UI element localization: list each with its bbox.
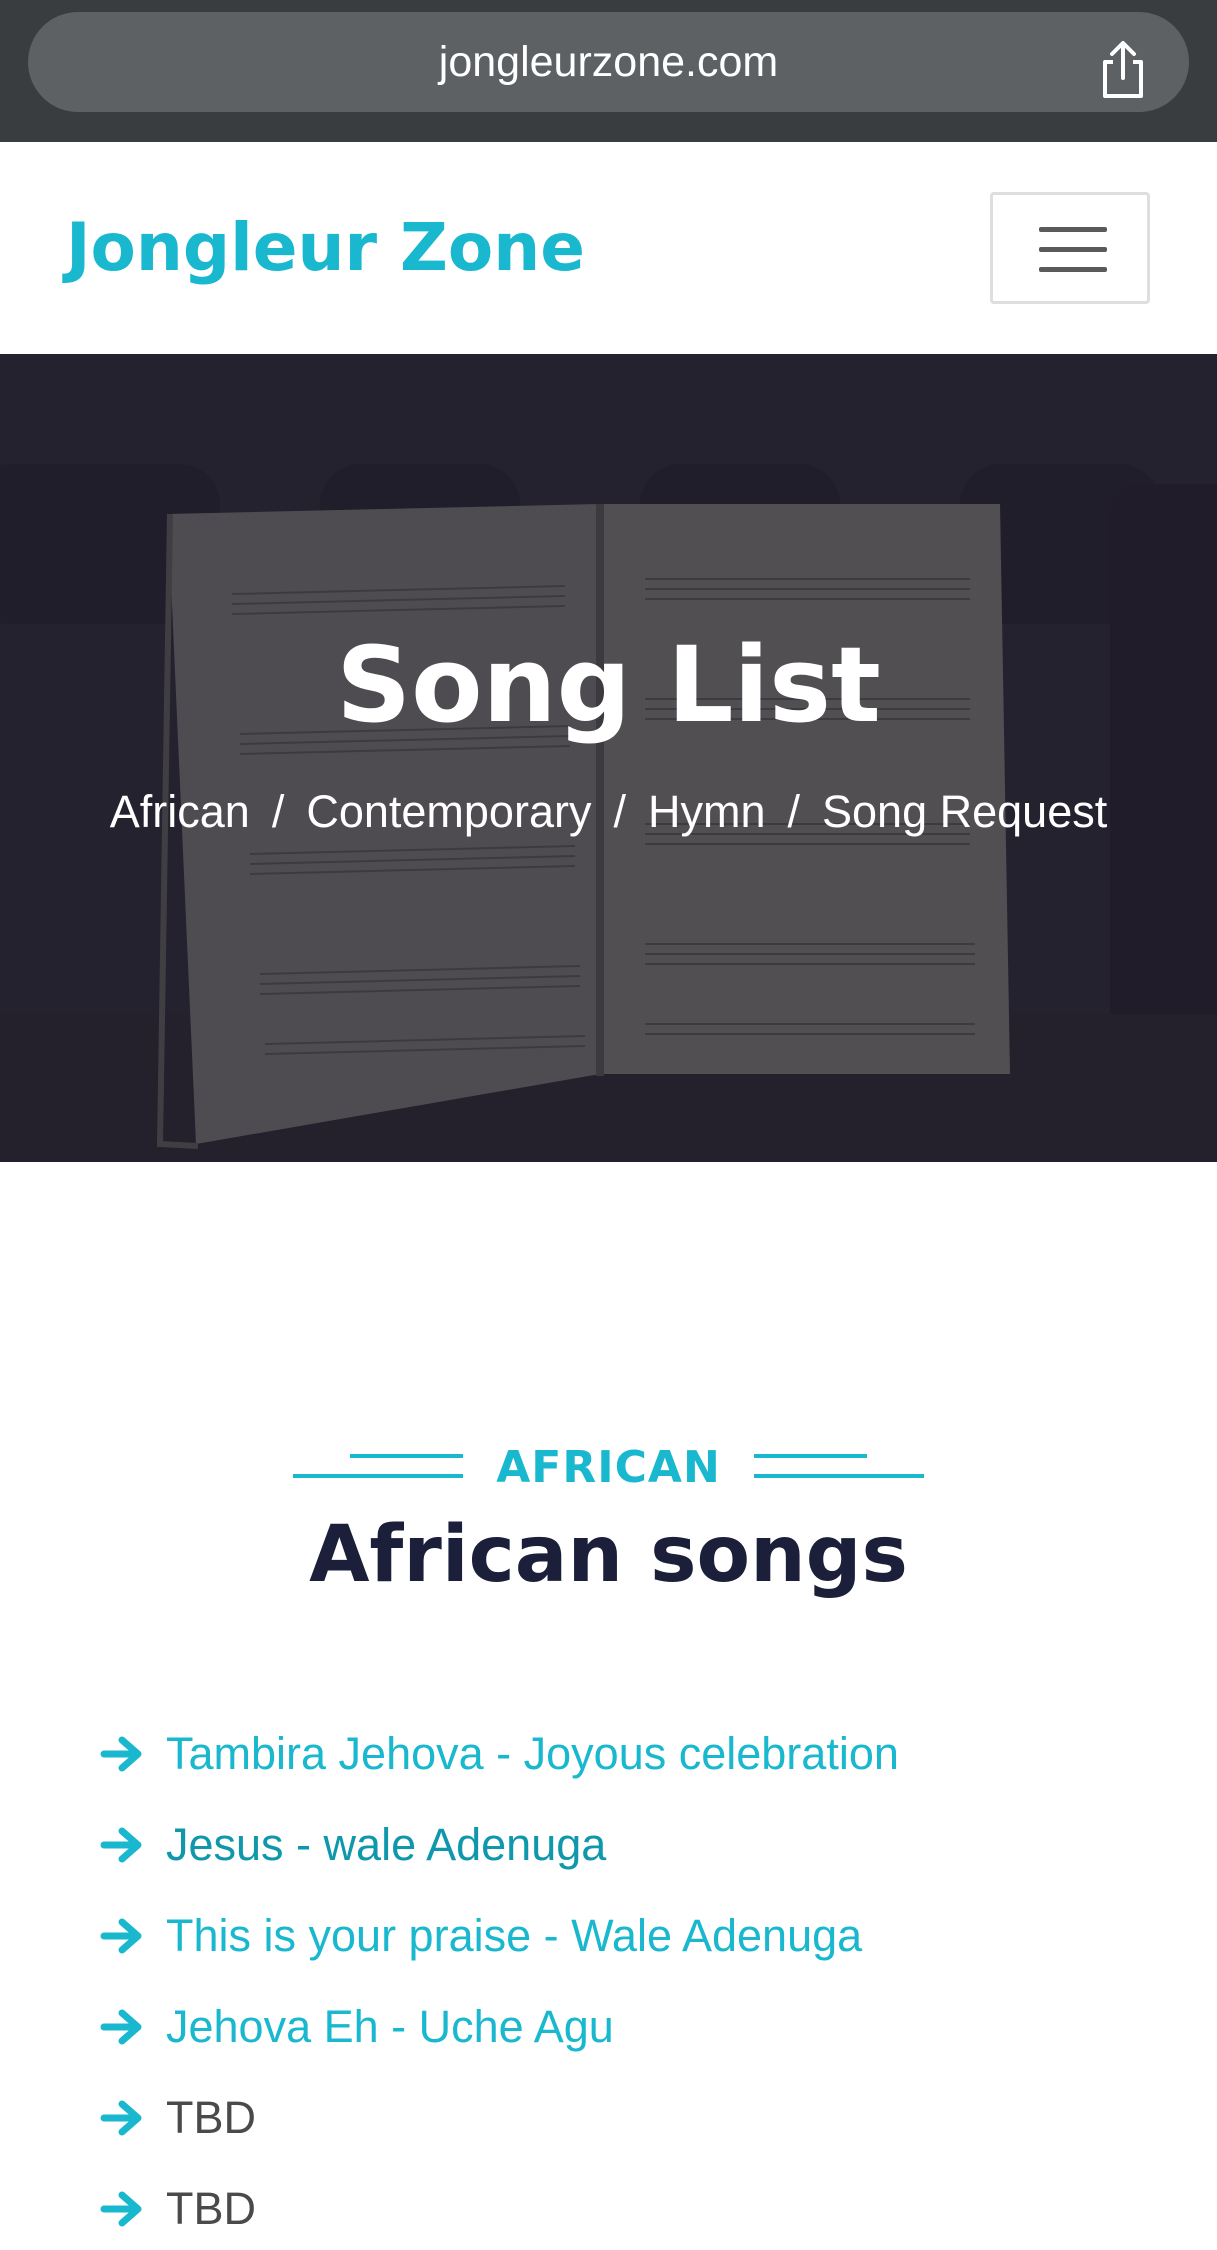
hamburger-menu-icon (1039, 227, 1107, 232)
song-placeholder: TBD (166, 2183, 256, 2234)
share-icon[interactable] (1097, 40, 1149, 100)
song-link[interactable]: This is your praise - Wale Adenuga (166, 1910, 862, 1962)
brand-logo[interactable]: Jongleur Zone (66, 142, 585, 354)
song-link[interactable]: Tambira Jehova - Joyous celebration (166, 1728, 899, 1780)
browser-toolbar: jongleurzone.com (0, 0, 1217, 142)
breadcrumb-hymn[interactable]: Hymn (648, 786, 766, 837)
address-bar[interactable]: jongleurzone.com (28, 12, 1189, 112)
breadcrumb-song-request[interactable]: Song Request (822, 786, 1107, 837)
hamburger-menu-icon (1039, 267, 1107, 272)
breadcrumb-separator: / (613, 786, 626, 837)
arrow-right-icon (100, 1736, 142, 1772)
song-placeholder: TBD (166, 2092, 256, 2143)
song-link[interactable]: Jesus - wale Adenuga (166, 1819, 606, 1871)
hero-banner: Song List African / Contemporary / Hymn / Song… (0, 354, 1217, 1162)
arrow-right-icon (100, 1918, 142, 1954)
breadcrumb-separator: / (787, 786, 801, 837)
list-item: This is your praise - Wale Adenuga (100, 1910, 1160, 2001)
hamburger-menu-button[interactable] (990, 192, 1150, 304)
decorative-line-left (293, 1440, 463, 1496)
arrow-right-icon (100, 2100, 142, 2136)
section-tag-row: AFRICAN (0, 1440, 1217, 1496)
url-text[interactable]: jongleurzone.com (28, 12, 1189, 112)
hamburger-menu-icon (1039, 247, 1107, 252)
breadcrumb-contemporary[interactable]: Contemporary (306, 786, 591, 837)
song-link[interactable]: Jehova Eh - Uche Agu (166, 2001, 614, 2053)
arrow-right-icon (100, 2009, 142, 2045)
list-item: TBD (100, 2183, 1160, 2250)
list-item: Jehova Eh - Uche Agu (100, 2001, 1160, 2092)
list-item: Tambira Jehova - Joyous celebration (100, 1728, 1160, 1819)
breadcrumb-african[interactable]: African (110, 786, 250, 837)
hero-overlay (0, 354, 1217, 1162)
section-heading: African songs (309, 1510, 908, 1600)
section-tag: AFRICAN (496, 1442, 721, 1493)
song-list: Tambira Jehova - Joyous celebration Jesu… (100, 1728, 1160, 2250)
arrow-right-icon (100, 1827, 142, 1863)
breadcrumb-separator: / (271, 786, 285, 837)
breadcrumb: African / Contemporary / Hymn / Song Request (0, 786, 1217, 838)
site-header: Jongleur Zone (0, 142, 1217, 354)
arrow-right-icon (100, 2191, 142, 2227)
list-item: Jesus - wale Adenuga (100, 1819, 1160, 1910)
decorative-line-right (754, 1440, 924, 1496)
page-title: Song List (336, 624, 881, 746)
list-item: TBD (100, 2092, 1160, 2183)
